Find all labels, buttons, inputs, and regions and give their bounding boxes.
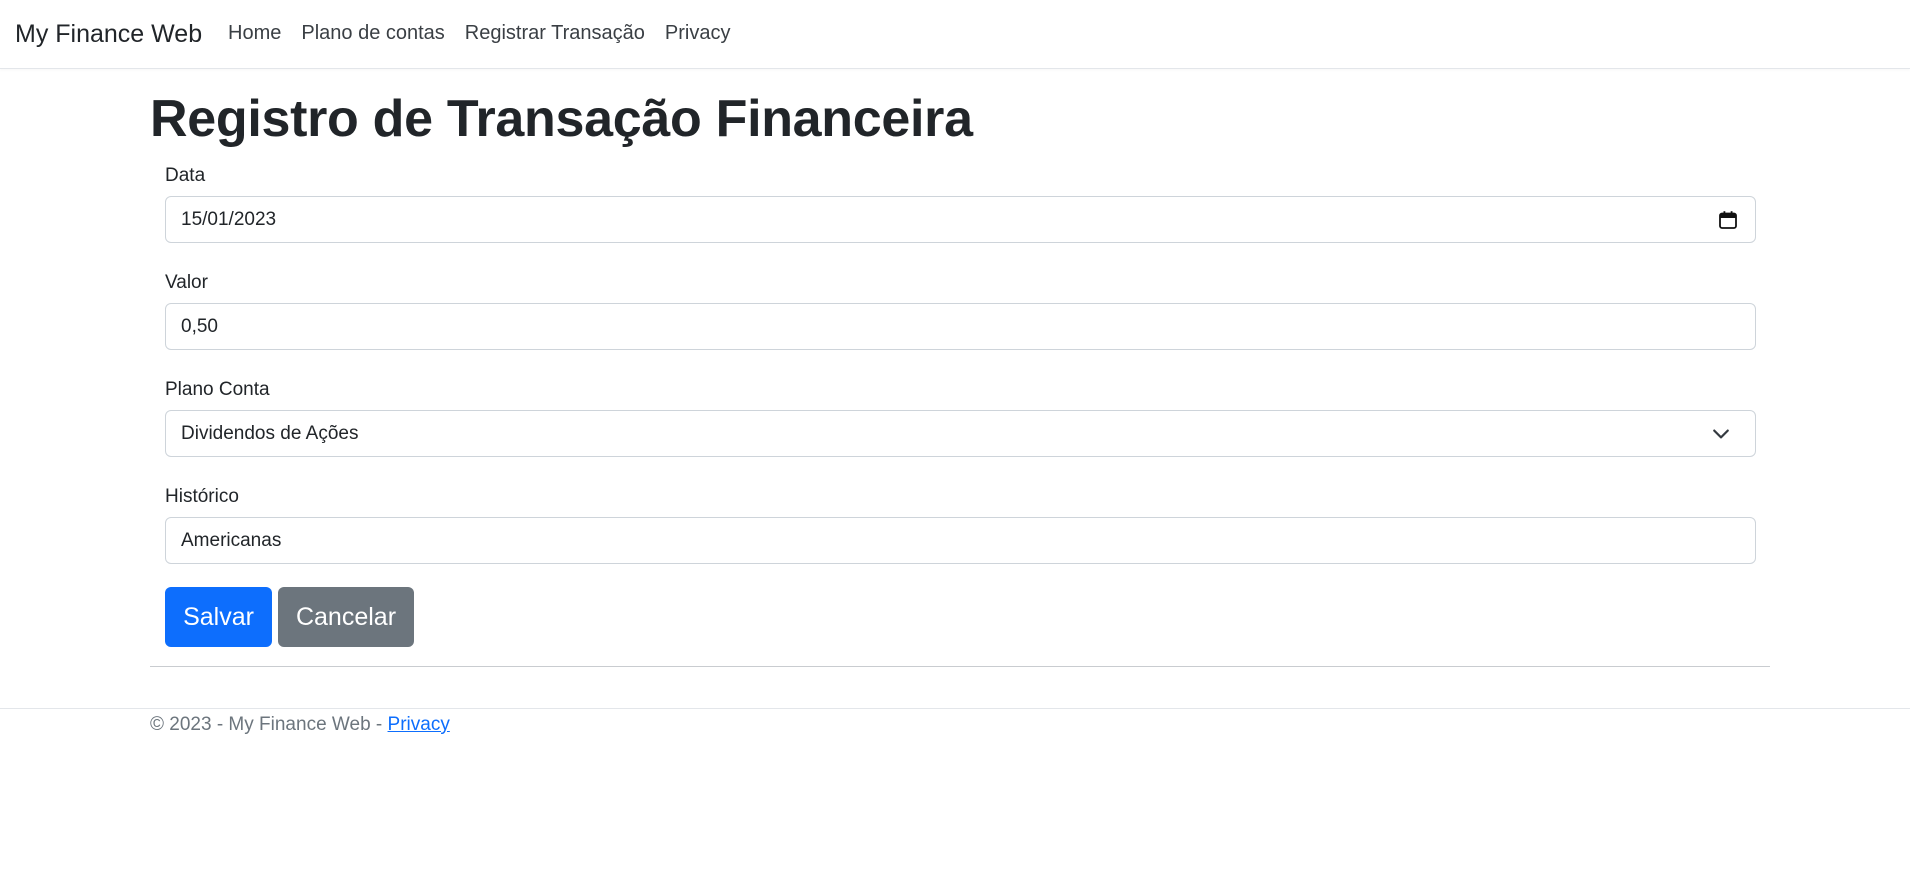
historico-label: Histórico (165, 486, 239, 507)
nav-links: Home Plano de contas Registrar Transação… (228, 22, 740, 45)
historico-value: Americanas (181, 530, 282, 551)
calendar-icon[interactable] (1718, 210, 1738, 230)
plano-conta-label: Plano Conta (165, 379, 270, 400)
nav-link-home[interactable]: Home (228, 22, 291, 45)
valor-input[interactable]: 0,50 (165, 303, 1756, 350)
form-group-plano-conta: Plano Conta Dividendos de Ações (165, 377, 1756, 457)
footer-copyright: © 2023 - My Finance Web - (150, 714, 388, 735)
date-value: 15/01/2023 (181, 209, 277, 230)
date-input[interactable]: 15/01/2023 (165, 196, 1756, 243)
cancel-button[interactable]: Cancelar (278, 587, 414, 647)
footer-text: © 2023 - My Finance Web - Privacy (150, 714, 450, 736)
nav-link-privacy[interactable]: Privacy (655, 22, 741, 45)
valor-value: 0,50 (181, 316, 218, 337)
divider (150, 666, 1770, 667)
nav-link-registrar-transacao[interactable]: Registrar Transação (455, 22, 655, 45)
plano-conta-value: Dividendos de Ações (181, 423, 359, 444)
form-group-data: Data 15/01/2023 (165, 163, 1756, 243)
footer-privacy-link[interactable]: Privacy (388, 714, 450, 735)
data-label: Data (165, 165, 206, 186)
footer (0, 708, 1910, 709)
valor-label: Valor (165, 272, 208, 293)
form-group-valor: Valor 0,50 (165, 270, 1756, 350)
plano-conta-select[interactable]: Dividendos de Ações (165, 410, 1756, 457)
form-group-historico: Histórico Americanas (165, 484, 1756, 564)
page-title: Registro de Transação Financeira (150, 90, 973, 148)
brand-link[interactable]: My Finance Web (15, 20, 202, 49)
save-button[interactable]: Salvar (165, 587, 272, 647)
navbar: My Finance Web Home Plano de contas Regi… (0, 0, 1910, 69)
chevron-down-icon (1713, 429, 1729, 438)
nav-link-plano-de-contas[interactable]: Plano de contas (291, 22, 454, 45)
historico-input[interactable]: Americanas (165, 517, 1756, 564)
